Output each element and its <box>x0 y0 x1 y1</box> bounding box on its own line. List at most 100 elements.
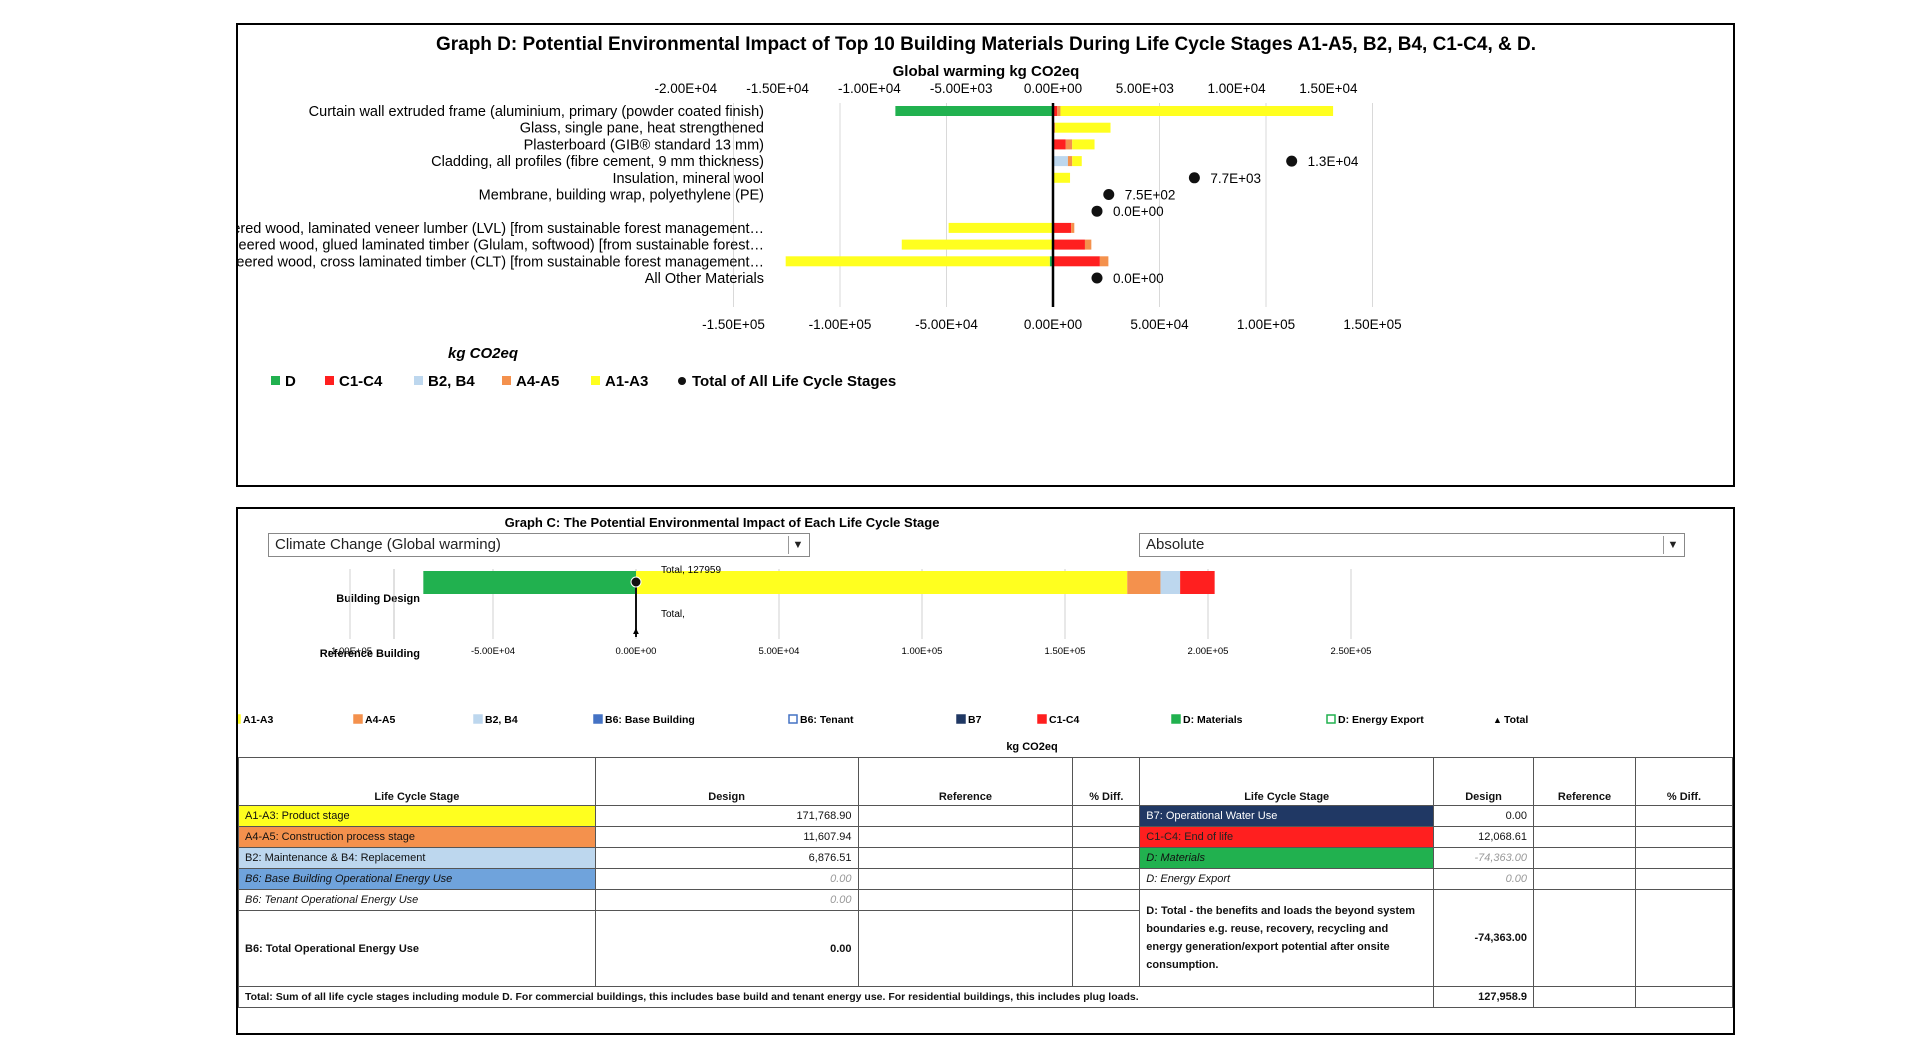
tick-label: 1.00E+05 <box>902 646 943 657</box>
graph-d-chart: Graph D: Potential Environmental Impact … <box>238 34 1536 390</box>
table-row: B6: Tenant Operational Energy Use 0.00 D… <box>238 889 1733 987</box>
legend-swatch <box>593 714 603 724</box>
legend-swatch <box>473 714 483 724</box>
legend-swatch <box>591 376 600 385</box>
reference-cell <box>857 805 1074 827</box>
legend-label: D: Materials <box>1183 714 1243 726</box>
stage-d-energy-export: D: Energy Export <box>1139 868 1435 890</box>
table-row: Total: Sum of all life cycle stages incl… <box>237 986 1733 1008</box>
total-value-label: 7.5E+02 <box>1125 188 1176 203</box>
tick-label: 2.00E+05 <box>1188 646 1229 657</box>
legend-label: C1-C4 <box>339 373 383 390</box>
diff-cell <box>1635 826 1733 848</box>
stage-b7: B7: Operational Water Use <box>1139 805 1435 827</box>
legend-swatch <box>271 376 280 385</box>
col-header-reference: Reference <box>857 757 1074 806</box>
legend-label: B6: Tenant <box>800 714 854 726</box>
reference-cell <box>1533 826 1636 848</box>
col-header-design: Design <box>594 757 859 806</box>
legend-label: D <box>285 373 296 390</box>
bar-segment-a1-a3 <box>1072 156 1082 167</box>
tick-label: 5.00E+04 <box>759 646 800 657</box>
stage-b6-tenant: B6: Tenant Operational Energy Use <box>238 889 596 911</box>
bottom-tick-label: -1.00E+05 <box>809 317 872 332</box>
diff-cell <box>1072 847 1141 869</box>
legend-label: A4-A5 <box>516 373 559 390</box>
diff-cell <box>1072 868 1141 890</box>
legend-label: A1-A3 <box>605 373 648 390</box>
bar-segment-a4-a5 <box>1067 156 1073 167</box>
col-header-diff-2: % Diff. <box>1635 757 1733 806</box>
top-tick-label: 5.00E+03 <box>1116 81 1174 96</box>
design-b7: 0.00 <box>1433 805 1535 827</box>
col-header-stage-2: Life Cycle Stage <box>1139 757 1435 806</box>
grand-total-label: Total: Sum of all life cycle stages incl… <box>237 986 1435 1008</box>
legend-label: C1-C4 <box>1049 714 1080 726</box>
diff-cell <box>1635 805 1733 827</box>
total-value-label: 1.3E+04 <box>1308 154 1359 169</box>
category-label: Membrane, building wrap, polyethylene (P… <box>479 188 764 204</box>
bottom-tick-label: 0.00E+00 <box>1024 317 1082 332</box>
graph-d-bottom-axis-label: kg CO2eq <box>448 345 518 362</box>
design-b6-base: 0.00 <box>594 868 859 890</box>
category-label: Cladding, all profiles (fibre cement, 9 … <box>431 154 764 170</box>
total-reference-label: Total, <box>661 609 685 620</box>
reference-cell <box>857 910 1074 987</box>
category-label: All Other Materials <box>645 271 764 287</box>
impact-category-value: Climate Change (Global warming) <box>275 536 501 553</box>
tick-label: 2.50E+05 <box>1331 646 1372 657</box>
bar-segment-c1-c4 <box>1053 239 1085 250</box>
diff-cell <box>1072 910 1141 987</box>
legend-label: B2, B4 <box>428 373 475 390</box>
legend-swatch <box>414 376 423 385</box>
category-label: Insulation, mineral wool <box>612 171 764 187</box>
bar-segment-a4-a5 <box>1084 239 1092 250</box>
total-point <box>630 576 642 588</box>
reference-cell <box>1533 889 1636 987</box>
impact-category-dropdown[interactable]: Climate Change (Global warming) ▼ <box>268 533 810 557</box>
total-value-label: 7.7E+03 <box>1210 171 1261 186</box>
bar-segment-c1-c4 <box>1180 571 1215 594</box>
reference-cell <box>1533 805 1636 827</box>
total-point <box>1091 205 1103 217</box>
legend-swatch <box>238 714 241 724</box>
table-header-row: Life Cycle Stage Design Reference % Diff… <box>238 757 1733 806</box>
legend-label: A4-A5 <box>365 714 396 726</box>
diff-cell <box>1635 889 1733 987</box>
bar-segment-a4-a5 <box>1057 106 1061 116</box>
design-a4a5: 11,607.94 <box>594 826 859 848</box>
bar-segment-b2-b4 <box>1053 156 1068 167</box>
legend-label: A1-A3 <box>243 714 274 726</box>
total-point <box>1103 189 1115 200</box>
stage-b6-base: B6: Base Building Operational Energy Use <box>238 868 596 890</box>
reference-cell <box>1533 847 1636 869</box>
legend-swatch <box>325 376 334 385</box>
diff-cell <box>1072 889 1141 911</box>
total-point <box>1188 172 1200 184</box>
top-tick-label: -2.00E+04 <box>654 81 717 96</box>
chevron-down-icon[interactable]: ▼ <box>788 536 807 554</box>
legend-label: Total of All Life Cycle Stages <box>692 373 896 390</box>
diff-cell <box>1635 868 1733 890</box>
bottom-tick-label: 1.00E+05 <box>1237 317 1295 332</box>
legend-label: Total <box>1504 714 1528 726</box>
total-value-label: 0.0E+00 <box>1113 204 1164 219</box>
graph-c-panel: Graph C: The Potential Environmental Imp… <box>236 507 1735 1035</box>
reference-cell <box>1533 986 1636 1008</box>
legend-label: B2, B4 <box>485 714 518 726</box>
graph-d-top-axis-label: Global warming kg CO2eq <box>893 63 1080 80</box>
reference-cell <box>857 868 1074 890</box>
chevron-down-icon[interactable]: ▼ <box>1663 536 1682 554</box>
bottom-tick-label: 1.50E+05 <box>1343 317 1401 332</box>
legend-swatch <box>353 714 363 724</box>
top-tick-label: -1.00E+04 <box>838 81 901 96</box>
bar-segment-d <box>895 106 1053 116</box>
total-design-label: Total, 127959 <box>661 565 721 576</box>
mode-dropdown[interactable]: Absolute ▼ <box>1139 533 1685 557</box>
bar-segment-b2-b4 <box>1160 571 1181 594</box>
bar-segment-a1-a3 <box>785 256 1050 267</box>
legend-swatch <box>1326 714 1336 724</box>
total-point <box>1286 155 1298 167</box>
bottom-tick-label: -5.00E+04 <box>915 317 978 332</box>
legend-swatch <box>1037 714 1047 724</box>
